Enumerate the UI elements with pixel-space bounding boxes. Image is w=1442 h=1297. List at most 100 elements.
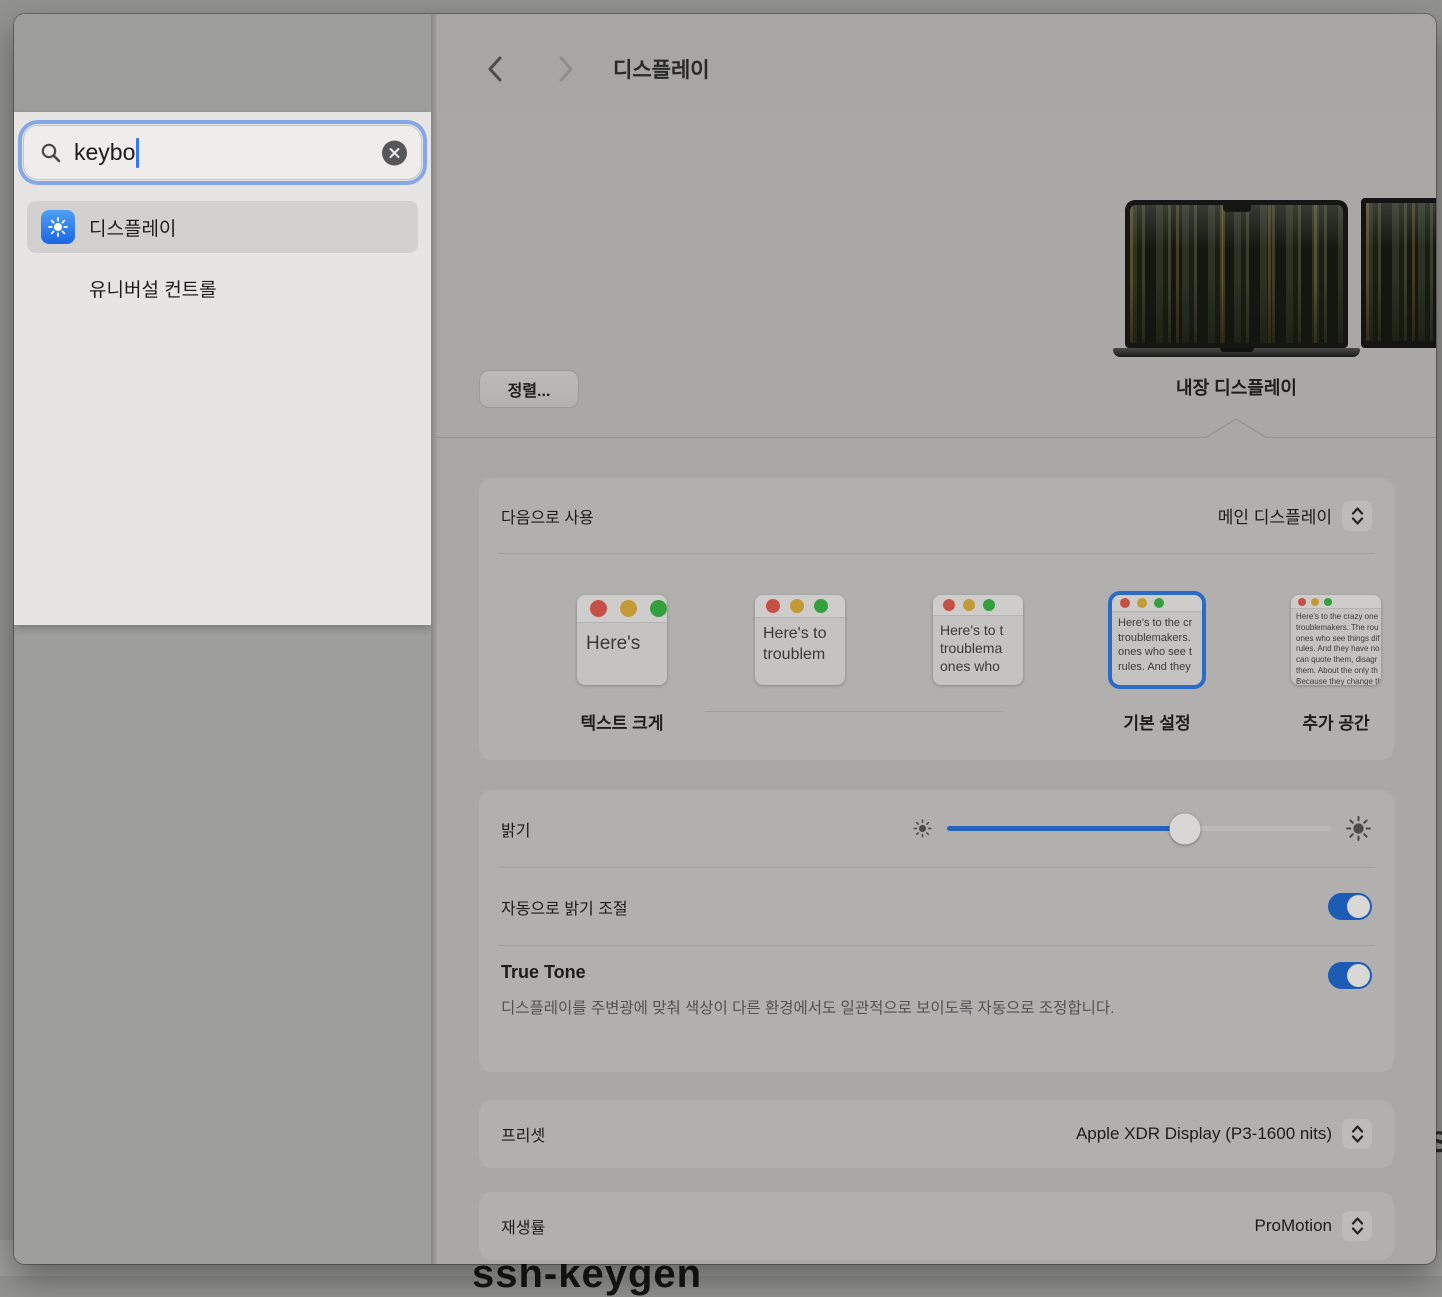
auto-brightness-label: 자동으로 밝기 조절 <box>501 895 628 919</box>
resolution-option-3[interactable]: Here's to ttroublemaones who <box>933 595 1023 685</box>
refresh-rate-label: 재생률 <box>501 1214 545 1238</box>
brightness-slider[interactable] <box>947 826 1331 831</box>
use-as-value: 메인 디스플레이 <box>1218 503 1332 528</box>
mini-zoom-icon <box>983 599 995 611</box>
content-pane: 디스플레이 내장 디스플레이 LG HDR 4K 정렬... 다음으로 사용 메… <box>437 14 1436 1264</box>
mini-close-icon <box>1298 598 1306 606</box>
preset-card: 프리셋 Apple XDR Display (P3-1600 nits) <box>479 1100 1394 1168</box>
mini-zoom-icon <box>650 600 667 617</box>
search-icon <box>40 142 62 164</box>
laptop-notch <box>1223 205 1251 212</box>
clear-search-button[interactable] <box>382 140 407 165</box>
external-display-wallpaper <box>1366 203 1436 341</box>
mini-minimize-icon <box>1137 598 1147 608</box>
mini-close-icon <box>943 599 955 611</box>
selected-display-pointer <box>1204 417 1268 438</box>
mini-titlebar <box>933 595 1023 616</box>
search-value: keybo <box>74 139 135 166</box>
mini-text-line: ones who see things dif <box>1296 634 1381 645</box>
brightness-high-icon <box>1345 815 1372 842</box>
true-tone-toggle[interactable] <box>1328 962 1372 989</box>
refresh-rate-stepper[interactable] <box>1342 1211 1372 1241</box>
display-brightness-icon <box>41 210 75 244</box>
mini-window-preview: Here's totroublem <box>755 595 845 685</box>
mini-window-preview: Here's to the crtroublemakers.ones who s… <box>1112 595 1202 685</box>
builtin-display-thumbnail[interactable] <box>1125 200 1348 348</box>
row-divider <box>499 553 1374 554</box>
mini-minimize-icon <box>1311 598 1319 606</box>
use-as-stepper[interactable] <box>1342 501 1372 531</box>
true-tone-label: True Tone <box>501 962 586 983</box>
resolution-option-1[interactable]: Here's텍스트 크게 <box>577 595 667 734</box>
page-title: 디스플레이 <box>613 54 710 84</box>
mini-titlebar <box>1291 595 1381 609</box>
resolution-option-label: 추가 공간 <box>1291 709 1381 734</box>
mini-titlebar <box>755 595 845 618</box>
mini-text-line: troublemakers. <box>1118 631 1202 646</box>
back-button[interactable] <box>479 54 509 84</box>
preset-label: 프리셋 <box>501 1122 545 1146</box>
mini-close-icon <box>766 599 780 613</box>
external-display-name: LG HDR 4K <box>1361 374 1436 395</box>
toggle-knob <box>1347 964 1370 987</box>
mini-zoom-icon <box>1324 598 1332 606</box>
sidebar: keybo <box>14 14 431 1264</box>
preset-stepper[interactable] <box>1342 1119 1372 1149</box>
mini-close-icon <box>590 600 607 617</box>
builtin-display-wallpaper <box>1130 205 1343 343</box>
refresh-rate-row: 재생률 ProMotion <box>479 1192 1394 1260</box>
search-result-label: 디스플레이 <box>89 214 176 241</box>
mini-text-line: troublema <box>940 639 1023 657</box>
external-display-thumbnail[interactable] <box>1361 198 1436 348</box>
mini-zoom-icon <box>1154 598 1164 608</box>
mini-text-line: Because they change th <box>1296 677 1381 685</box>
mini-text-line: them. About the only th <box>1296 666 1381 677</box>
mini-minimize-icon <box>620 600 637 617</box>
builtin-display-name: 내장 디스플레이 <box>1125 374 1348 400</box>
resolution-option-label: 기본 설정 <box>1112 709 1202 734</box>
laptop-base <box>1113 348 1360 357</box>
true-tone-description: 디스플레이를 주변광에 맞춰 색상이 다른 환경에서도 일관적으로 보이도록 자… <box>479 997 1269 1021</box>
brightness-card: 밝기 <box>479 790 1394 1072</box>
mini-text-line: Here's to t <box>940 621 1023 639</box>
mini-text-line: troublemakers. The rou <box>1296 623 1381 634</box>
arrange-button[interactable]: 정렬... <box>479 370 579 408</box>
mini-window-preview: Here's <box>577 595 667 685</box>
preset-value: Apple XDR Display (P3-1600 nits) <box>1076 1124 1332 1144</box>
mini-minimize-icon <box>963 599 975 611</box>
mini-window-preview: Here's to ttroublemaones who <box>933 595 1023 685</box>
mini-text-line: can quote them, disagr <box>1296 655 1381 666</box>
brightness-slider-knob[interactable] <box>1170 813 1201 844</box>
mini-text-line: Here's to the crazy one <box>1296 612 1381 623</box>
mini-text-line: ones who see t <box>1118 645 1202 660</box>
use-as-card: 다음으로 사용 메인 디스플레이 Here's텍스트 크게Here's totr… <box>479 478 1394 760</box>
search-result-universal-control[interactable]: 유니버설 컨트롤 <box>27 262 418 314</box>
resolution-option-4[interactable]: Here's to the crtroublemakers.ones who s… <box>1112 595 1202 734</box>
refresh-rate-card: 재생률 ProMotion <box>479 1192 1394 1260</box>
use-as-row: 다음으로 사용 메인 디스플레이 <box>479 478 1394 553</box>
search-result-label: 유니버설 컨트롤 <box>89 275 217 302</box>
toggle-knob <box>1347 895 1370 918</box>
system-settings-window: keybo <box>14 14 1436 1264</box>
mini-text-line: Here's to <box>763 624 845 645</box>
mini-text-line: troublem <box>763 645 845 666</box>
mini-close-icon <box>1120 598 1130 608</box>
search-input[interactable]: keybo <box>23 125 422 180</box>
auto-brightness-toggle[interactable] <box>1328 893 1372 920</box>
refresh-rate-value: ProMotion <box>1255 1216 1332 1236</box>
preset-row: 프리셋 Apple XDR Display (P3-1600 nits) <box>479 1100 1394 1168</box>
mini-window-preview: Here's to the crazy onetroublemakers. Th… <box>1291 595 1381 685</box>
resolution-track <box>705 711 1002 712</box>
mini-text-line: Here's to the cr <box>1118 616 1202 631</box>
brightness-slider-fill <box>947 826 1185 831</box>
auto-brightness-row: 자동으로 밝기 조절 <box>479 868 1394 945</box>
true-tone-row: True Tone <box>479 946 1394 989</box>
text-caret <box>136 138 139 168</box>
search-result-display[interactable]: 디스플레이 <box>27 201 418 253</box>
mini-text-line: ones who <box>940 657 1023 675</box>
resolution-option-2[interactable]: Here's totroublem <box>755 595 845 685</box>
forward-button[interactable] <box>551 54 581 84</box>
mini-text-line: rules. And they <box>1118 660 1202 675</box>
resolution-option-5[interactable]: Here's to the crazy onetroublemakers. Th… <box>1291 595 1381 734</box>
brightness-label: 밝기 <box>501 817 530 841</box>
